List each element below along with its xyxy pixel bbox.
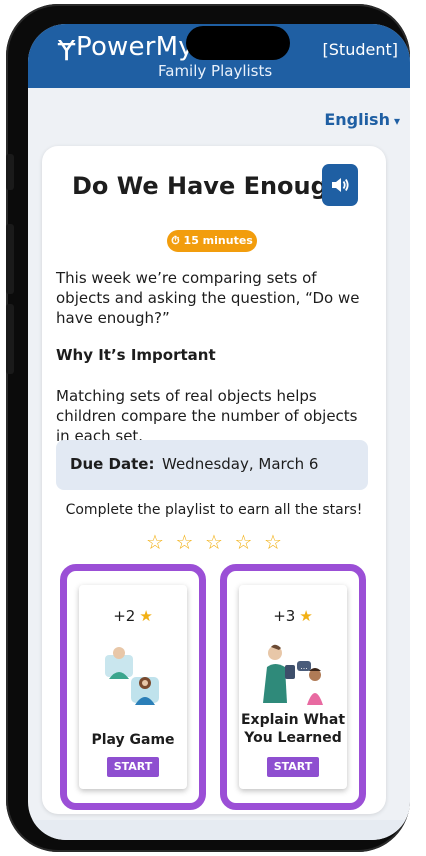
volume-down-button <box>6 304 14 374</box>
star-filled-icon: ★ <box>139 607 153 625</box>
speaker-icon <box>332 178 349 192</box>
activity-explain[interactable]: +3 ★ ... Explain What You Learned START <box>220 564 366 810</box>
star-outline-icon: ☆ <box>146 530 164 554</box>
playlist-card: Do We Have Enough? ⏱ 15 minutes This wee… <box>42 146 386 814</box>
start-button[interactable]: START <box>107 757 159 777</box>
volume-up-button <box>6 224 14 294</box>
star-outline-icon: ☆ <box>264 530 282 554</box>
chevron-down-icon: ▾ <box>393 114 400 128</box>
activity-card[interactable]: +2 ★ Play Game START <box>79 585 187 789</box>
due-date-value: Wednesday, March 6 <box>162 455 319 473</box>
star-outline-icon: ☆ <box>234 530 253 554</box>
language-select[interactable]: English ▾ <box>324 110 400 129</box>
language-label: English <box>324 110 390 129</box>
explain-illustration-icon: ... <box>263 644 323 705</box>
svg-text:...: ... <box>300 662 308 671</box>
section-heading: Why It’s Important <box>56 346 216 364</box>
camera-notch <box>186 26 290 60</box>
star-filled-icon: ★ <box>299 607 313 625</box>
activity-label: Play Game <box>91 732 175 748</box>
points-value: +2 <box>113 607 136 625</box>
app-subtitle: Family Playlists <box>158 62 273 80</box>
logo-figure-icon: Ɏ <box>58 34 76 67</box>
points-label: +3 ★ <box>239 607 347 625</box>
activity-play-game[interactable]: +2 ★ Play Game START <box>60 564 206 810</box>
importance-text: Matching sets of real objects helps chil… <box>56 387 358 445</box>
due-date-box: Due Date: Wednesday, March 6 <box>56 440 368 490</box>
playlist-description: This week we’re comparing sets of object… <box>56 269 360 327</box>
screen: Ɏ PowerMyL Family Playlists [Student] En… <box>28 24 410 840</box>
duration-badge: ⏱ 15 minutes <box>167 230 257 252</box>
star-outline-icon: ☆ <box>175 530 194 554</box>
due-date-label: Due Date: <box>70 455 155 473</box>
start-button[interactable]: START <box>267 757 319 777</box>
game-illustration-icon <box>105 647 159 705</box>
phone-frame: Ɏ PowerMyL Family Playlists [Student] En… <box>6 4 410 852</box>
bottom-strip <box>28 820 410 840</box>
activity-label: Explain What You Learned <box>240 712 346 746</box>
audio-button[interactable] <box>322 164 358 206</box>
role-switch-link[interactable]: [Student] <box>323 40 398 59</box>
activity-card[interactable]: +3 ★ ... Explain What You Learned START <box>239 585 347 789</box>
star-outline-icon: ☆ <box>205 530 223 554</box>
playlist-title: Do We Have Enough? <box>72 172 359 200</box>
points-value: +3 <box>273 607 296 625</box>
star-rating: ☆ ☆ ☆ ☆ ☆ <box>144 530 284 554</box>
app-header: Ɏ PowerMyL Family Playlists [Student] <box>28 24 410 88</box>
side-button <box>6 154 14 190</box>
stars-prompt: Complete the playlist to earn all the st… <box>65 502 363 518</box>
points-label: +2 ★ <box>79 607 187 625</box>
